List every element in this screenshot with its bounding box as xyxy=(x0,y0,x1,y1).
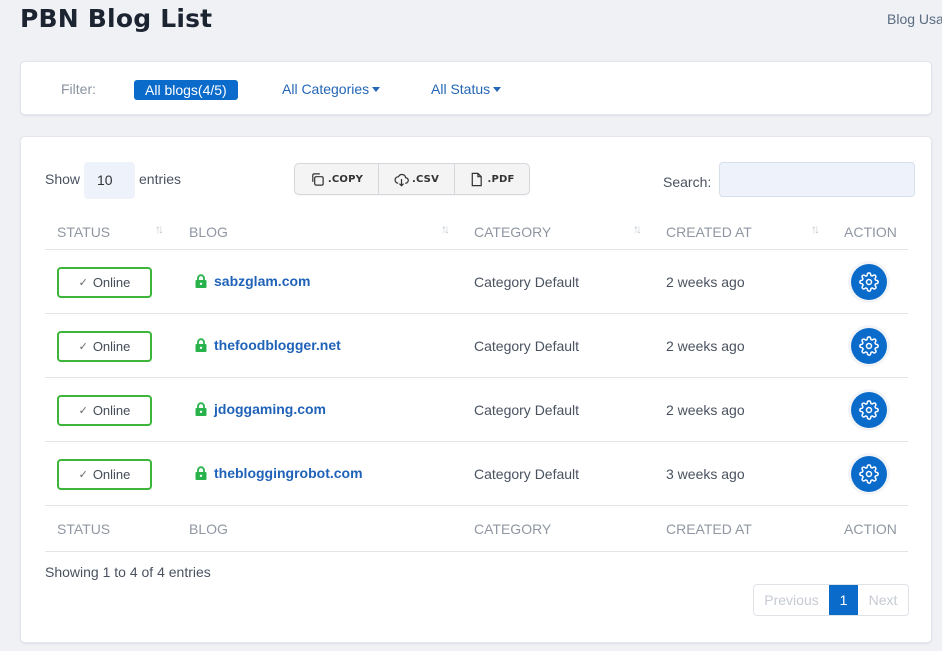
pdf-button[interactable]: .PDF xyxy=(455,164,529,194)
status-text: Online xyxy=(92,339,131,354)
blog-cell: thefoodblogger.net xyxy=(195,337,341,353)
lock-icon xyxy=(195,338,207,352)
cloud-download-icon xyxy=(394,173,409,187)
footer-created-at: CREATED AT xyxy=(666,521,752,537)
breadcrumb[interactable]: Blog Usa xyxy=(887,11,942,27)
category-cell: Category Default xyxy=(474,338,580,354)
status-badge: ✓ Online xyxy=(57,267,152,298)
show-label: Show xyxy=(45,171,81,187)
table-footer: STATUS BLOG CATEGORY CREATED AT ACTION xyxy=(45,506,908,552)
search-input[interactable] xyxy=(719,162,915,197)
table-info: Showing 1 to 4 of 4 entries xyxy=(45,564,211,580)
settings-button[interactable] xyxy=(851,392,887,428)
column-header-category[interactable]: CATEGORY xyxy=(474,224,551,240)
created-at-cell: 2 weeks ago xyxy=(666,338,745,354)
lock-icon xyxy=(195,466,207,480)
sort-icon[interactable]: ↑↓ xyxy=(633,222,642,236)
blog-cell: sabzglam.com xyxy=(195,273,310,289)
table-row: ✓ Online thefoodblogger.net Category Def… xyxy=(45,314,908,378)
filter-label: Filter: xyxy=(61,81,96,97)
blog-cell: jdoggaming.com xyxy=(195,401,326,417)
filter-all-blogs-button[interactable]: All blogs(4/5) xyxy=(134,80,238,100)
blog-table-card: Show 10 entries .COPY .CSV .PDF Search: … xyxy=(20,136,932,643)
blog-link[interactable]: jdoggaming.com xyxy=(214,401,326,417)
check-icon: ✓ xyxy=(78,277,88,289)
copy-label: .COPY xyxy=(327,173,364,185)
caret-down-icon xyxy=(372,86,381,92)
filter-bar: Filter: All blogs(4/5) All Categories Al… xyxy=(20,61,932,115)
footer-status: STATUS xyxy=(57,521,111,537)
blog-table: STATUS ↑↓ BLOG ↑↓ CATEGORY ↑↓ CREATED AT… xyxy=(45,213,908,552)
pdf-label: .PDF xyxy=(487,173,515,185)
status-badge: ✓ Online xyxy=(57,331,152,362)
status-badge: ✓ Online xyxy=(57,395,152,426)
status-text: Online xyxy=(92,403,131,418)
sort-icon[interactable]: ↑↓ xyxy=(811,222,820,236)
search-label: Search: xyxy=(663,174,712,190)
blog-link[interactable]: thefoodblogger.net xyxy=(214,337,341,353)
sort-icon[interactable]: ↑↓ xyxy=(441,222,450,236)
csv-label: .CSV xyxy=(411,173,440,185)
status-badge: ✓ Online xyxy=(57,459,152,490)
page-length-select[interactable]: 10 xyxy=(84,162,135,199)
check-icon: ✓ xyxy=(78,405,88,417)
export-buttons: .COPY .CSV .PDF xyxy=(294,163,530,195)
csv-button[interactable]: .CSV xyxy=(379,164,455,194)
footer-blog: BLOG xyxy=(189,521,228,537)
lock-icon xyxy=(195,402,207,416)
blog-link[interactable]: sabzglam.com xyxy=(214,273,310,289)
gear-icon xyxy=(859,272,879,292)
category-cell: Category Default xyxy=(474,466,580,482)
gear-icon xyxy=(859,336,879,356)
settings-button[interactable] xyxy=(851,264,887,300)
blog-cell: thebloggingrobot.com xyxy=(195,465,363,481)
check-icon: ✓ xyxy=(78,341,88,353)
lock-icon xyxy=(195,274,207,288)
previous-page-button[interactable]: Previous xyxy=(754,585,829,615)
gear-icon xyxy=(859,464,879,484)
pagination: Previous 1 Next xyxy=(753,584,909,616)
status-text: Online xyxy=(92,467,131,482)
footer-action: ACTION xyxy=(844,521,897,537)
gear-icon xyxy=(859,400,879,420)
blog-link[interactable]: thebloggingrobot.com xyxy=(214,465,363,481)
status-dropdown[interactable]: All Status xyxy=(431,81,502,97)
categories-dropdown[interactable]: All Categories xyxy=(282,81,381,97)
created-at-cell: 2 weeks ago xyxy=(666,402,745,418)
category-cell: Category Default xyxy=(474,274,580,290)
settings-button[interactable] xyxy=(851,328,887,364)
file-icon xyxy=(472,172,483,186)
category-cell: Category Default xyxy=(474,402,580,418)
caret-down-icon xyxy=(493,86,502,92)
entries-label: entries xyxy=(139,171,182,187)
table-row: ✓ Online sabzglam.com Category Default 2… xyxy=(45,250,908,314)
check-icon: ✓ xyxy=(78,469,88,481)
next-page-button[interactable]: Next xyxy=(858,585,908,615)
column-header-blog[interactable]: BLOG xyxy=(189,224,228,240)
column-header-action: ACTION xyxy=(844,224,897,240)
copy-button[interactable]: .COPY xyxy=(295,164,379,194)
table-row: ✓ Online jdoggaming.com Category Default… xyxy=(45,378,908,442)
page-title: PBN Blog List xyxy=(20,4,213,33)
sort-icon[interactable]: ↑↓ xyxy=(155,222,164,236)
column-header-created-at[interactable]: CREATED AT xyxy=(666,224,752,240)
settings-button[interactable] xyxy=(851,456,887,492)
column-header-status[interactable]: STATUS xyxy=(57,224,110,240)
created-at-cell: 3 weeks ago xyxy=(666,466,745,482)
page-1-button[interactable]: 1 xyxy=(829,585,858,615)
categories-dropdown-label: All Categories xyxy=(282,81,370,97)
created-at-cell: 2 weeks ago xyxy=(666,274,745,290)
status-dropdown-label: All Status xyxy=(431,81,491,97)
footer-category: CATEGORY xyxy=(474,521,552,537)
copy-icon xyxy=(312,172,324,186)
table-row: ✓ Online thebloggingrobot.com Category D… xyxy=(45,442,908,506)
status-text: Online xyxy=(92,275,131,290)
table-header: STATUS ↑↓ BLOG ↑↓ CATEGORY ↑↓ CREATED AT… xyxy=(45,213,908,250)
